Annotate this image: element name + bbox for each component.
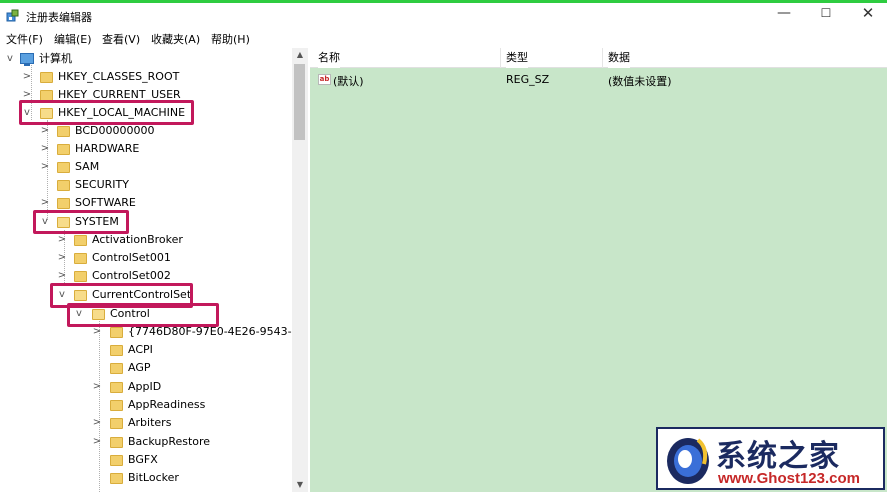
folder-icon — [110, 473, 123, 484]
tree-label: HARDWARE — [75, 142, 140, 155]
tree-label: ControlSet001 — [92, 251, 171, 264]
column-header-type[interactable]: 类型 — [506, 48, 528, 68]
menu-edit[interactable]: 编辑(E) — [54, 31, 92, 47]
values-list: 名称 类型 数据 ab (默认) REG_SZ (数值未设置) — [310, 48, 887, 492]
folder-icon — [74, 271, 87, 282]
tree-label: AppReadiness — [128, 398, 206, 411]
folder-icon — [110, 418, 123, 429]
expand-arrow-icon — [92, 341, 102, 359]
tree-node-sam[interactable]: > SAM — [0, 158, 290, 176]
column-header-data[interactable]: 数据 — [608, 48, 630, 68]
expand-arrow-icon[interactable]: > — [92, 433, 102, 451]
tree-label: AppID — [128, 380, 162, 393]
window-title: 注册表编辑器 — [26, 11, 92, 24]
tree-label: SECURITY — [75, 178, 129, 191]
tree-node-security[interactable]: SECURITY — [0, 176, 290, 194]
watermark-title: 系统之家 — [716, 439, 840, 474]
site-logo-icon — [667, 438, 709, 484]
folder-icon — [110, 345, 123, 356]
folder-icon — [40, 72, 53, 83]
tree-node-agp[interactable]: AGP — [0, 359, 290, 377]
title-bar: 注册表编辑器 — ☐ ✕ — [0, 3, 887, 29]
expand-arrow-icon[interactable]: > — [40, 140, 50, 158]
tree-node-bitlocker[interactable]: BitLocker — [0, 469, 290, 487]
watermark-logo: 系统之家 www.Ghost123.com — [656, 427, 885, 490]
tree-node-hkcr[interactable]: > HKEY_CLASSES_ROOT — [0, 68, 290, 86]
tree-label: BackupRestore — [128, 435, 211, 448]
tree-node-backuprestore[interactable]: > BackupRestore — [0, 433, 290, 451]
folder-icon — [110, 382, 123, 393]
minimize-button[interactable]: — — [762, 3, 806, 25]
menu-file[interactable]: 文件(F) — [6, 31, 43, 47]
folder-icon — [57, 198, 70, 209]
folder-icon — [110, 327, 123, 338]
expand-arrow-icon[interactable]: > — [57, 249, 67, 267]
folder-icon — [110, 363, 123, 374]
folder-icon — [57, 162, 70, 173]
watermark-url: www.Ghost123.com — [718, 470, 860, 487]
folder-icon — [57, 126, 70, 137]
computer-icon — [20, 53, 34, 66]
menu-help[interactable]: 帮助(H) — [211, 31, 250, 47]
highlight-box-control — [67, 303, 219, 327]
tree-label: AGP — [128, 361, 151, 374]
menu-view[interactable]: 查看(V) — [102, 31, 140, 47]
tree-node-acpi[interactable]: ACPI — [0, 341, 290, 359]
tree-node-arbiters[interactable]: > Arbiters — [0, 414, 290, 432]
value-data: (数值未设置) — [608, 75, 672, 88]
scroll-down-arrow-icon[interactable]: ▼ — [292, 478, 308, 492]
tree-scrollbar[interactable]: ▲ ▼ — [292, 48, 308, 492]
folder-icon — [57, 144, 70, 155]
tree-label: BitLocker — [128, 471, 179, 484]
list-header — [310, 48, 887, 68]
column-divider[interactable] — [500, 48, 501, 68]
tree-node-bgfx[interactable]: BGFX — [0, 451, 290, 469]
tree-label: ACPI — [128, 343, 153, 356]
folder-icon — [110, 455, 123, 466]
highlight-box-system — [33, 210, 129, 234]
close-button[interactable]: ✕ — [846, 3, 887, 25]
highlight-box-hklm — [19, 100, 194, 125]
tree-node-appid[interactable]: > AppID — [0, 378, 290, 396]
regedit-icon — [6, 9, 19, 22]
folder-icon — [74, 253, 87, 264]
expand-arrow-icon[interactable]: > — [22, 68, 32, 86]
scroll-thumb[interactable] — [294, 64, 305, 140]
column-divider[interactable] — [602, 48, 603, 68]
tree-node-hardware[interactable]: > HARDWARE — [0, 140, 290, 158]
expand-arrow-icon — [92, 396, 102, 414]
tree-label: HKEY_CLASSES_ROOT — [58, 70, 180, 83]
expand-arrow-icon[interactable]: > — [92, 378, 102, 396]
tree-node-controlset001[interactable]: > ControlSet001 — [0, 249, 290, 267]
tree-label: SAM — [75, 160, 100, 173]
tree-label: 计算机 — [39, 52, 72, 65]
scroll-up-arrow-icon[interactable]: ▲ — [292, 48, 308, 62]
folder-icon — [74, 235, 87, 246]
tree-label: Arbiters — [128, 416, 172, 429]
menu-favorites[interactable]: 收藏夹(A) — [151, 31, 200, 47]
string-value-icon: ab — [318, 74, 331, 85]
expand-arrow-icon[interactable]: > — [40, 158, 50, 176]
expand-arrow-icon — [92, 359, 102, 377]
expand-arrow-icon[interactable]: > — [92, 414, 102, 432]
column-header-name[interactable]: 名称 — [318, 48, 340, 68]
maximize-button[interactable]: ☐ — [804, 3, 848, 25]
value-type: REG_SZ — [506, 73, 550, 86]
expand-arrow-icon — [92, 469, 102, 487]
tree-root-computer[interactable]: v 计算机 — [0, 50, 290, 68]
folder-icon — [57, 180, 70, 191]
expand-arrow-icon — [92, 451, 102, 469]
tree-node-appreadiness[interactable]: AppReadiness — [0, 396, 290, 414]
tree-label: BGFX — [128, 453, 158, 466]
collapse-arrow-icon[interactable]: v — [5, 50, 15, 68]
folder-icon — [110, 400, 123, 411]
expand-arrow-icon — [40, 176, 50, 194]
menu-bar: 文件(F) 编辑(E) 查看(V) 收藏夹(A) 帮助(H) — [0, 29, 887, 47]
folder-icon — [110, 437, 123, 448]
value-name[interactable]: (默认) — [333, 73, 364, 89]
